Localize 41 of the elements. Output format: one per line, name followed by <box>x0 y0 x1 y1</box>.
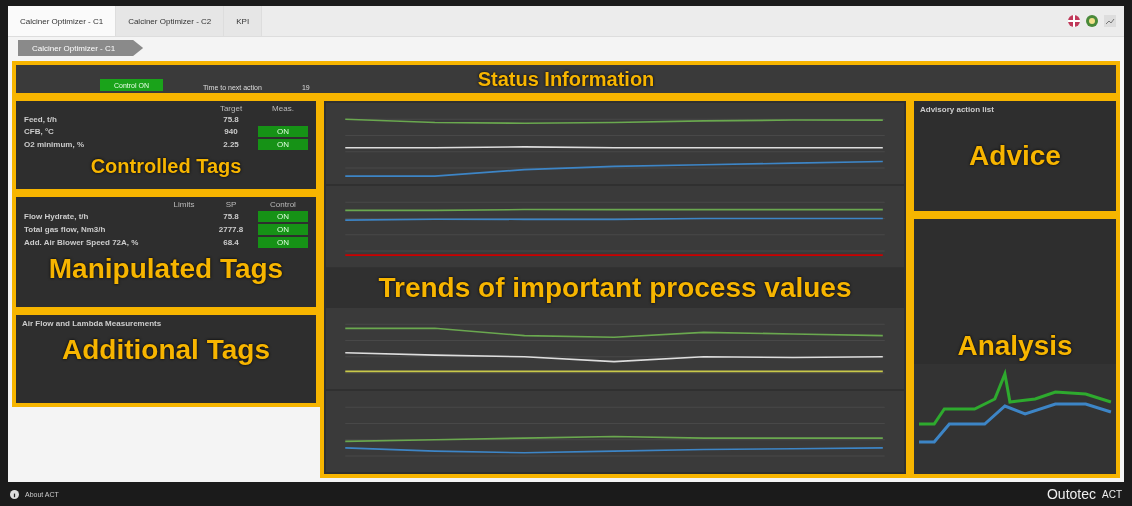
column-header: SP <box>224 200 238 209</box>
control-on-button[interactable]: ON <box>258 237 308 248</box>
breadcrumb[interactable]: Calciner Optimizer - C1 <box>18 40 144 56</box>
annotation-label: Controlled Tags <box>90 155 242 178</box>
control-on-button[interactable]: ON <box>258 224 308 235</box>
tag-value: 940 <box>223 127 239 136</box>
tab[interactable]: Calciner Optimizer - C1 <box>8 6 117 36</box>
panel-title: Advisory action list <box>919 104 995 116</box>
tag-value: 75.8 <box>222 212 240 221</box>
annotation-label: Manipulated Tags <box>48 253 284 285</box>
tag-name: Total gas flow, Nm3/h <box>24 225 107 234</box>
info-icon[interactable] <box>10 489 19 499</box>
product-name: ACT <box>1102 488 1122 500</box>
control-on-button[interactable]: ON <box>258 139 308 150</box>
tag-name: Add. Air Blower Speed 72A, % <box>24 238 140 247</box>
annotation-label: Additional Tags <box>62 334 270 366</box>
panel-title: Air Flow and Lambda Measurements <box>21 318 163 330</box>
tag-name: O2 minimum, % <box>24 140 85 149</box>
tab[interactable]: Calciner Optimizer - C2 <box>116 6 225 36</box>
control-on-button[interactable]: ON <box>258 211 308 222</box>
tag-value: 2.25 <box>222 140 240 149</box>
tag-value: 2777.8 <box>217 225 245 234</box>
column-header: Meas. <box>271 104 295 113</box>
annotation-label: Advice <box>969 140 1061 172</box>
tag-value: 75.8 <box>222 115 240 124</box>
tag-value: 68.4 <box>222 238 240 247</box>
tag-name: CFB, °C <box>24 127 55 136</box>
column-header: Target <box>218 104 244 113</box>
tag-name: Flow Hydrate, t/h <box>24 212 90 221</box>
column-header: Control <box>269 200 297 209</box>
annotation-label: Analysis <box>957 330 1073 362</box>
column-header: Limits <box>172 200 196 209</box>
annotation-label: Trends of important process values <box>378 271 852 304</box>
flag-icon[interactable] <box>1068 15 1080 27</box>
flag-icon[interactable] <box>1086 15 1098 27</box>
tag-name: Feed, t/h <box>24 115 58 124</box>
control-on-button[interactable]: ON <box>258 126 308 137</box>
tab[interactable]: KPI <box>224 6 263 36</box>
brand-name: Outotec <box>1046 486 1096 502</box>
annotation-label: Status Information <box>477 67 655 91</box>
chart-icon[interactable] <box>1104 15 1116 27</box>
